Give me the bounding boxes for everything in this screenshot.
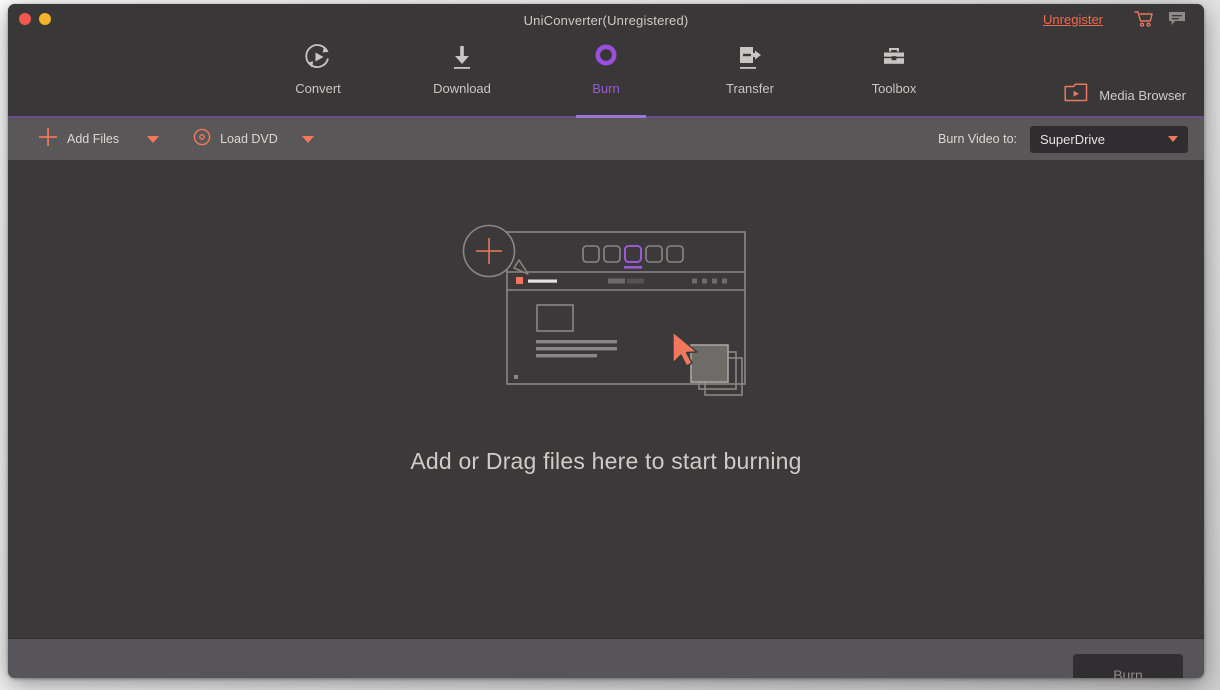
tab-toolbox-label: Toolbox [871,81,917,96]
burn-disc-icon [590,40,622,74]
add-media-window-illustration [456,220,756,410]
burn-video-to-label: Burn Video to: [938,132,1017,146]
folder-play-icon [1064,82,1090,108]
tab-toolbox[interactable]: Toolbox [846,40,942,96]
add-files-dropdown-caret[interactable] [147,135,160,143]
load-dvd-button[interactable]: Load DVD [191,118,280,160]
tab-transfer-label: Transfer [726,81,774,96]
burn-button[interactable]: Burn [1073,654,1183,678]
convert-circular-play-icon [302,40,334,74]
tab-download-label: Download [433,81,491,96]
tab-convert-label: Convert [295,81,341,96]
add-files-button[interactable]: Add Files [36,118,121,160]
tab-transfer[interactable]: Transfer [702,40,798,96]
media-browser-label: Media Browser [1099,87,1186,103]
chat-bubble-icon[interactable] [1168,11,1186,27]
burn-target-value: SuperDrive [1040,131,1106,147]
header-icon-group [1134,10,1186,28]
footer-bar: Burn [8,638,1204,678]
drop-area[interactable]: Add or Drag files here to start burning [8,160,1204,638]
load-dvd-label: Load DVD [220,132,278,146]
tab-burn-label: Burn [592,81,620,96]
add-files-label: Add Files [67,132,120,146]
window-header: UniConverter(Unregistered) Unregister Co… [8,4,1204,118]
download-arrow-icon [446,40,478,74]
burn-toolbar: Add Files Load DVD Burn Video to: SuperD… [8,118,1204,160]
shopping-cart-icon[interactable] [1134,10,1154,28]
transfer-device-arrow-icon [734,40,766,74]
tab-convert[interactable]: Convert [270,40,366,96]
uniconverter-window: UniConverter(Unregistered) Unregister Co… [8,4,1204,678]
chevron-down-icon [1168,136,1178,142]
tab-download[interactable]: Download [414,40,510,96]
unregister-link[interactable]: Unregister [1043,12,1103,27]
load-dvd-dropdown-caret[interactable] [301,135,314,143]
disc-icon [193,128,211,151]
main-tab-bar: Convert Download Burn Transfer Toolbox [8,40,1204,96]
burn-target-group: Burn Video to: SuperDrive [938,118,1188,160]
drop-area-hint: Add or Drag files here to start burning [410,448,802,474]
burn-target-select[interactable]: SuperDrive [1030,125,1188,153]
plus-icon [38,127,58,152]
media-browser-button[interactable]: Media Browser [1064,82,1186,108]
toolbox-icon [878,40,910,74]
desktop-backdrop: UniConverter(Unregistered) Unregister Co… [0,0,1220,690]
window-title: UniConverter(Unregistered) [523,13,689,28]
tab-burn[interactable]: Burn [558,40,654,96]
